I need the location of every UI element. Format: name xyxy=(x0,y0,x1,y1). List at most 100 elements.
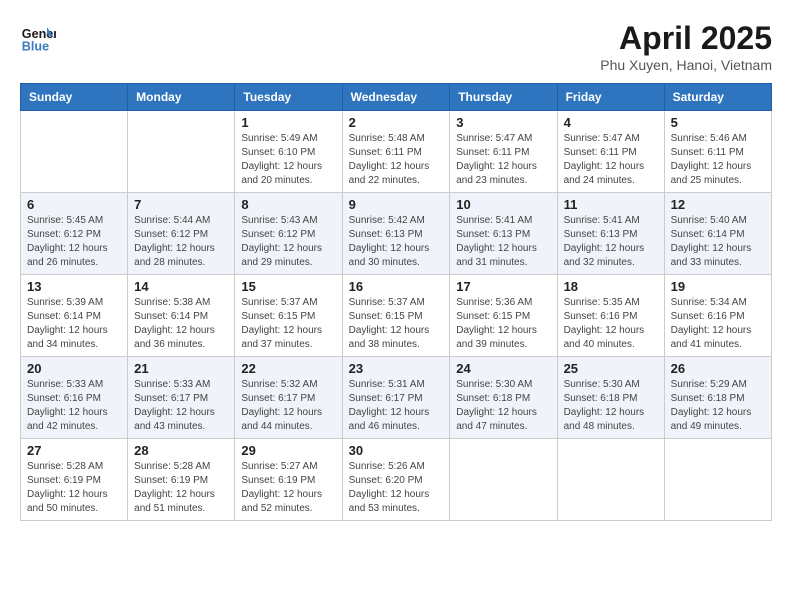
day-info: Sunrise: 5:33 AM Sunset: 6:16 PM Dayligh… xyxy=(27,378,121,434)
day-number: 14 xyxy=(134,279,228,294)
day-info: Sunrise: 5:41 AM Sunset: 6:13 PM Dayligh… xyxy=(564,214,658,270)
calendar-cell: 7 Sunrise: 5:44 AM Sunset: 6:12 PM Daylig… xyxy=(128,193,235,275)
day-info: Sunrise: 5:49 AM Sunset: 6:10 PM Dayligh… xyxy=(241,132,335,188)
calendar-cell: 14 Sunrise: 5:38 AM Sunset: 6:14 PM Dayli… xyxy=(128,275,235,357)
day-info: Sunrise: 5:27 AM Sunset: 6:19 PM Dayligh… xyxy=(241,460,335,516)
calendar-cell: 3 Sunrise: 5:47 AM Sunset: 6:11 PM Daylig… xyxy=(450,111,557,193)
calendar-cell: 27 Sunrise: 5:28 AM Sunset: 6:19 PM Dayli… xyxy=(21,439,128,521)
calendar-cell xyxy=(664,439,771,521)
day-info: Sunrise: 5:46 AM Sunset: 6:11 PM Dayligh… xyxy=(671,132,765,188)
day-number: 28 xyxy=(134,443,228,458)
day-number: 30 xyxy=(349,443,444,458)
calendar-cell: 6Sunrise: 5:45 AM Sunset: 6:12 PM Daylig… xyxy=(21,193,128,275)
day-info: Sunrise: 5:28 AM Sunset: 6:19 PM Dayligh… xyxy=(134,460,228,516)
calendar-cell: 9Sunrise: 5:42 AM Sunset: 6:13 PM Daylig… xyxy=(342,193,450,275)
calendar-cell: 18 Sunrise: 5:35 AM Sunset: 6:16 PM Dayli… xyxy=(557,275,664,357)
day-number: 21 xyxy=(134,361,228,376)
day-number: 11 xyxy=(564,197,658,212)
weekday-header-tuesday: Tuesday xyxy=(235,84,342,111)
location: Phu Xuyen, Hanoi, Vietnam xyxy=(600,57,772,73)
weekday-header-friday: Friday xyxy=(557,84,664,111)
calendar-cell: 26 Sunrise: 5:29 AM Sunset: 6:18 PM Dayli… xyxy=(664,357,771,439)
calendar-cell: 30 Sunrise: 5:26 AM Sunset: 6:20 PM Dayli… xyxy=(342,439,450,521)
calendar-cell: 10 Sunrise: 5:41 AM Sunset: 6:13 PM Dayli… xyxy=(450,193,557,275)
day-info: Sunrise: 5:28 AM Sunset: 6:19 PM Dayligh… xyxy=(27,460,121,516)
day-number: 8 xyxy=(241,197,335,212)
day-info: Sunrise: 5:47 AM Sunset: 6:11 PM Dayligh… xyxy=(564,132,658,188)
calendar-cell: 25Sunrise: 5:30 AM Sunset: 6:18 PM Dayli… xyxy=(557,357,664,439)
day-info: Sunrise: 5:43 AM Sunset: 6:12 PM Dayligh… xyxy=(241,214,335,270)
weekday-header-thursday: Thursday xyxy=(450,84,557,111)
logo: General Blue xyxy=(20,20,56,56)
day-number: 17 xyxy=(456,279,550,294)
svg-text:Blue: Blue xyxy=(22,40,49,54)
calendar-cell: 22 Sunrise: 5:32 AM Sunset: 6:17 PM Dayli… xyxy=(235,357,342,439)
day-number: 6 xyxy=(27,197,121,212)
day-info: Sunrise: 5:37 AM Sunset: 6:15 PM Dayligh… xyxy=(349,296,444,352)
day-number: 26 xyxy=(671,361,765,376)
weekday-header-row: SundayMondayTuesdayWednesdayThursdayFrid… xyxy=(21,84,772,111)
calendar-cell: 24Sunrise: 5:30 AM Sunset: 6:18 PM Dayli… xyxy=(450,357,557,439)
calendar-cell xyxy=(557,439,664,521)
day-info: Sunrise: 5:39 AM Sunset: 6:14 PM Dayligh… xyxy=(27,296,121,352)
day-info: Sunrise: 5:26 AM Sunset: 6:20 PM Dayligh… xyxy=(349,460,444,516)
day-info: Sunrise: 5:29 AM Sunset: 6:18 PM Dayligh… xyxy=(671,378,765,434)
day-number: 24 xyxy=(456,361,550,376)
day-number: 3 xyxy=(456,115,550,130)
day-info: Sunrise: 5:44 AM Sunset: 6:12 PM Dayligh… xyxy=(134,214,228,270)
day-info: Sunrise: 5:47 AM Sunset: 6:11 PM Dayligh… xyxy=(456,132,550,188)
calendar-cell: 1 Sunrise: 5:49 AM Sunset: 6:10 PM Daylig… xyxy=(235,111,342,193)
day-number: 9 xyxy=(349,197,444,212)
page-header: General Blue April 2025 Phu Xuyen, Hanoi… xyxy=(20,20,772,73)
day-info: Sunrise: 5:35 AM Sunset: 6:16 PM Dayligh… xyxy=(564,296,658,352)
calendar-cell: 15 Sunrise: 5:37 AM Sunset: 6:15 PM Dayli… xyxy=(235,275,342,357)
day-number: 18 xyxy=(564,279,658,294)
day-info: Sunrise: 5:31 AM Sunset: 6:17 PM Dayligh… xyxy=(349,378,444,434)
calendar-cell: 16 Sunrise: 5:37 AM Sunset: 6:15 PM Dayli… xyxy=(342,275,450,357)
day-info: Sunrise: 5:38 AM Sunset: 6:14 PM Dayligh… xyxy=(134,296,228,352)
logo-icon: General Blue xyxy=(20,20,56,56)
calendar-cell xyxy=(450,439,557,521)
calendar-table: SundayMondayTuesdayWednesdayThursdayFrid… xyxy=(20,83,772,521)
day-number: 2 xyxy=(349,115,444,130)
weekday-header-monday: Monday xyxy=(128,84,235,111)
calendar-cell: 4 Sunrise: 5:47 AM Sunset: 6:11 PM Daylig… xyxy=(557,111,664,193)
day-number: 1 xyxy=(241,115,335,130)
calendar-week-2: 6Sunrise: 5:45 AM Sunset: 6:12 PM Daylig… xyxy=(21,193,772,275)
calendar-cell: 2 Sunrise: 5:48 AM Sunset: 6:11 PM Daylig… xyxy=(342,111,450,193)
day-number: 16 xyxy=(349,279,444,294)
calendar-cell: 29 Sunrise: 5:27 AM Sunset: 6:19 PM Dayli… xyxy=(235,439,342,521)
calendar-cell: 12Sunrise: 5:40 AM Sunset: 6:14 PM Dayli… xyxy=(664,193,771,275)
weekday-header-sunday: Sunday xyxy=(21,84,128,111)
day-number: 5 xyxy=(671,115,765,130)
day-info: Sunrise: 5:48 AM Sunset: 6:11 PM Dayligh… xyxy=(349,132,444,188)
day-number: 27 xyxy=(27,443,121,458)
calendar-cell: 17 Sunrise: 5:36 AM Sunset: 6:15 PM Dayli… xyxy=(450,275,557,357)
day-number: 22 xyxy=(241,361,335,376)
calendar-cell: 20 Sunrise: 5:33 AM Sunset: 6:16 PM Dayli… xyxy=(21,357,128,439)
day-number: 12 xyxy=(671,197,765,212)
day-number: 10 xyxy=(456,197,550,212)
calendar-week-4: 20 Sunrise: 5:33 AM Sunset: 6:16 PM Dayli… xyxy=(21,357,772,439)
day-number: 23 xyxy=(349,361,444,376)
day-number: 29 xyxy=(241,443,335,458)
day-number: 7 xyxy=(134,197,228,212)
day-number: 20 xyxy=(27,361,121,376)
calendar-cell: 21Sunrise: 5:33 AM Sunset: 6:17 PM Dayli… xyxy=(128,357,235,439)
day-number: 25 xyxy=(564,361,658,376)
day-number: 4 xyxy=(564,115,658,130)
day-info: Sunrise: 5:32 AM Sunset: 6:17 PM Dayligh… xyxy=(241,378,335,434)
day-info: Sunrise: 5:34 AM Sunset: 6:16 PM Dayligh… xyxy=(671,296,765,352)
day-info: Sunrise: 5:36 AM Sunset: 6:15 PM Dayligh… xyxy=(456,296,550,352)
day-number: 15 xyxy=(241,279,335,294)
day-info: Sunrise: 5:37 AM Sunset: 6:15 PM Dayligh… xyxy=(241,296,335,352)
calendar-cell: 8 Sunrise: 5:43 AM Sunset: 6:12 PM Daylig… xyxy=(235,193,342,275)
calendar-cell xyxy=(21,111,128,193)
calendar-cell: 19 Sunrise: 5:34 AM Sunset: 6:16 PM Dayli… xyxy=(664,275,771,357)
day-number: 19 xyxy=(671,279,765,294)
calendar-cell: 5 Sunrise: 5:46 AM Sunset: 6:11 PM Daylig… xyxy=(664,111,771,193)
calendar-cell xyxy=(128,111,235,193)
day-info: Sunrise: 5:41 AM Sunset: 6:13 PM Dayligh… xyxy=(456,214,550,270)
calendar-week-5: 27 Sunrise: 5:28 AM Sunset: 6:19 PM Dayli… xyxy=(21,439,772,521)
weekday-header-wednesday: Wednesday xyxy=(342,84,450,111)
